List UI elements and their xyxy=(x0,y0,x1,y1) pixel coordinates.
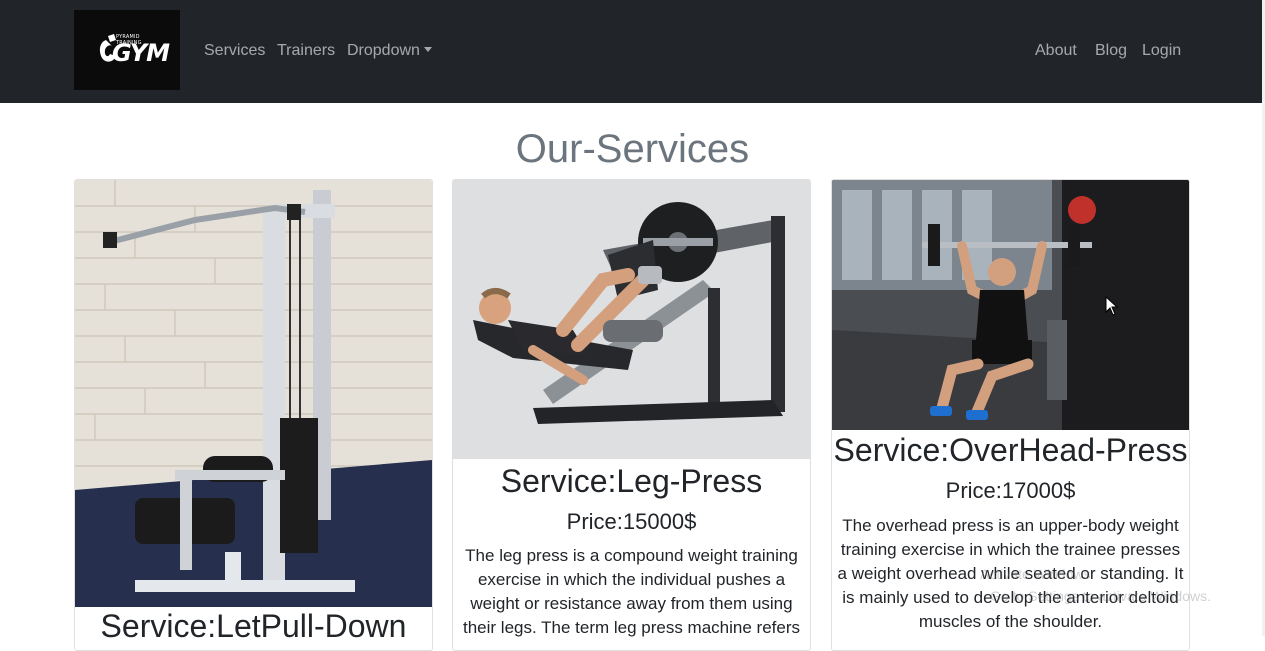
navbar: PYRAMID TRAINING GYM Services Trainers D… xyxy=(0,0,1265,103)
leg-press-machine-icon xyxy=(453,180,810,459)
activation-watermark-title: Activate Windows xyxy=(980,566,1091,582)
lat-pulldown-machine-icon xyxy=(75,180,432,607)
nav-link-about[interactable]: About xyxy=(1035,40,1077,62)
nav-link-blog[interactable]: Blog xyxy=(1095,40,1127,62)
nav-link-login[interactable]: Login xyxy=(1142,40,1181,62)
activation-watermark-text: Go to Settings to activate Windows. xyxy=(990,588,1211,604)
caret-down-icon xyxy=(423,47,432,52)
mouse-cursor-icon xyxy=(1105,296,1119,316)
logo-text: GYM xyxy=(112,39,170,67)
brand-logo[interactable]: PYRAMID TRAINING GYM xyxy=(74,10,180,90)
card-price: Price:15000$ xyxy=(566,509,697,534)
nav-dropdown[interactable]: Dropdown xyxy=(347,40,432,62)
leg-press-image xyxy=(453,180,810,459)
lat-pulldown-image xyxy=(75,180,432,607)
gym-logo-icon: PYRAMID TRAINING GYM xyxy=(92,32,170,68)
card-price: Price:17000$ xyxy=(945,478,1076,503)
overhead-press-image xyxy=(832,180,1189,430)
nav-dropdown-label: Dropdown xyxy=(347,42,420,59)
card-description: The leg press is a compound weight train… xyxy=(463,546,800,637)
nav-link-services[interactable]: Services xyxy=(204,40,265,62)
overhead-press-athlete-icon xyxy=(832,180,1189,430)
card-title: Service:OverHead-Press xyxy=(833,432,1188,468)
nav-link-trainers[interactable]: Trainers xyxy=(277,40,335,62)
service-card-leg-press: Service:Leg-Press Price:15000$ The leg p… xyxy=(452,179,811,651)
card-title: Service:Leg-Press xyxy=(500,463,763,499)
page-title: Our-Services xyxy=(515,127,750,171)
card-title: Service:LetPull-Down xyxy=(100,608,407,644)
service-card-lat-pulldown: Service:LetPull-Down xyxy=(74,179,433,651)
